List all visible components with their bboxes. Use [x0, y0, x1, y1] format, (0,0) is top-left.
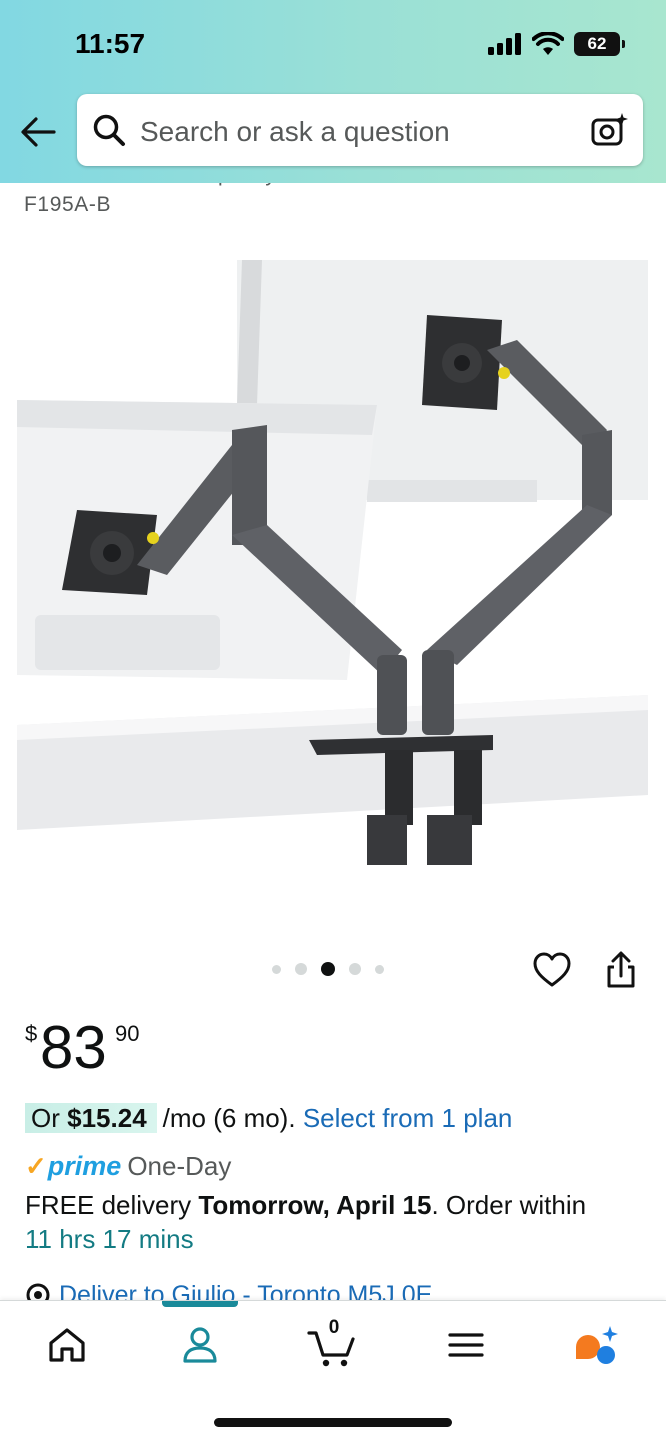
delivery-info: FREE delivery Tomorrow, April 15. Order …: [25, 1188, 635, 1256]
installment-amount: $15.24: [67, 1103, 147, 1133]
product-image[interactable]: [17, 255, 649, 875]
back-arrow-icon: [21, 117, 56, 147]
home-icon: [49, 1328, 85, 1362]
home-indicator: [214, 1418, 452, 1427]
battery-icon: 62: [574, 32, 625, 56]
order-within-text: . Order within: [431, 1190, 587, 1220]
bottom-nav: 0: [0, 1300, 666, 1440]
share-icon: [607, 951, 635, 988]
pager-dot: [272, 964, 281, 974]
installment-term: /mo (6 mo).: [162, 1103, 296, 1133]
prime-speed: One-Day: [127, 1151, 232, 1181]
installment-prefix: Or: [31, 1103, 60, 1133]
nav-cart[interactable]: 0: [307, 1317, 355, 1369]
heart-icon: [533, 952, 571, 987]
pager-dot-active: [321, 962, 335, 976]
wishlist-button[interactable]: [532, 950, 572, 990]
menu-icon: [448, 1333, 484, 1357]
status-icons: 62: [488, 32, 625, 56]
rufus-icon: [576, 1326, 618, 1364]
delivery-date: Tomorrow, April 15: [198, 1190, 432, 1220]
prime-badge: ✓ prime One-Day: [25, 1148, 231, 1184]
price-whole: 83: [40, 1014, 107, 1081]
price-symbol: $: [25, 1021, 38, 1046]
camera-search-icon[interactable]: [589, 110, 629, 150]
installment-badge: Or $15.24: [25, 1103, 157, 1133]
header: 11:57 62 Search or ask a question: [0, 0, 666, 183]
select-plan-link[interactable]: Select from 1 plan: [303, 1103, 513, 1133]
nav-home[interactable]: [43, 1321, 91, 1369]
nav-account[interactable]: [176, 1321, 224, 1369]
pager-dot: [349, 963, 361, 975]
search-input[interactable]: Search or ask a question: [77, 94, 643, 166]
wifi-icon: [532, 32, 564, 55]
nav-rufus[interactable]: [572, 1321, 620, 1369]
nav-menu[interactable]: [442, 1321, 490, 1369]
back-button[interactable]: [18, 112, 58, 152]
price-fraction: 90: [115, 1021, 140, 1046]
installment-row: Or $15.24/mo (6 mo). Select from 1 plan: [25, 1100, 512, 1136]
pager-dot: [375, 964, 384, 974]
free-delivery-text: FREE delivery: [25, 1190, 192, 1220]
pager-dot: [295, 963, 307, 975]
share-button[interactable]: [603, 950, 639, 990]
search-icon: [93, 114, 125, 146]
prime-check-icon: ✓: [25, 1151, 47, 1181]
prime-logo: prime: [47, 1151, 122, 1181]
cart-count: 0: [328, 1317, 340, 1338]
delivery-countdown: 11 hrs 17 mins: [25, 1224, 194, 1254]
status-time: 11:57: [75, 28, 146, 59]
search-placeholder: Search or ask a question: [140, 116, 450, 147]
nav-active-indicator: [162, 1301, 238, 1307]
signal-icon: [488, 33, 521, 55]
account-icon: [183, 1327, 217, 1363]
image-pager[interactable]: [272, 962, 384, 976]
